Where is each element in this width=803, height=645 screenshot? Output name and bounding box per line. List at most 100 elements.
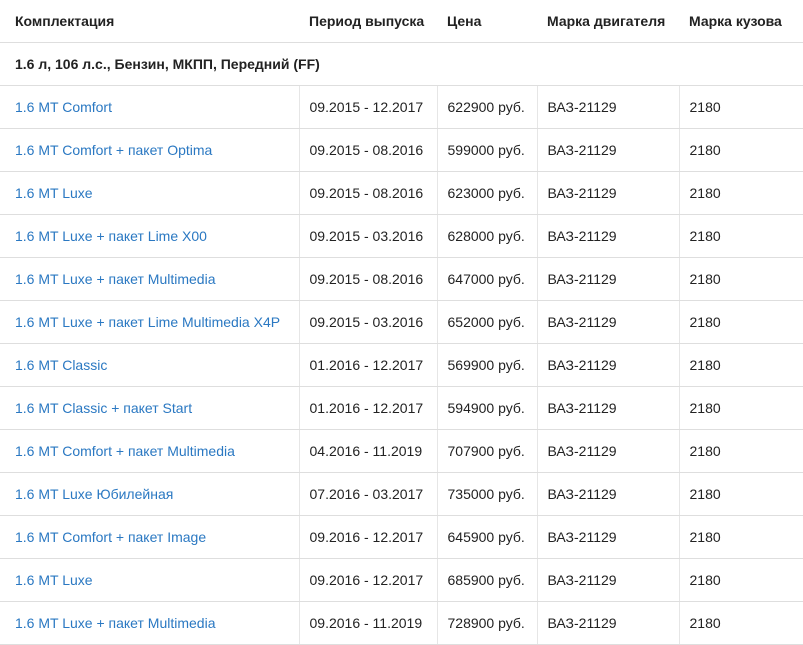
body-cell: 2180 bbox=[679, 300, 803, 344]
body-cell: 2180 bbox=[679, 386, 803, 430]
trim-link[interactable]: 1.6 MT Comfort + пакет Optima bbox=[15, 142, 212, 158]
header-trim: Комплектация bbox=[0, 0, 299, 43]
engine-cell: ВАЗ-21129 bbox=[537, 128, 680, 172]
price-cell: 628000 руб. bbox=[437, 214, 538, 258]
engine-cell: ВАЗ-21129 bbox=[537, 300, 680, 344]
price-cell: 622900 руб. bbox=[437, 85, 538, 129]
engine-cell: ВАЗ-21129 bbox=[537, 214, 680, 258]
period-cell: 09.2015 - 03.2016 bbox=[299, 214, 438, 258]
trim-link[interactable]: 1.6 MT Luxe + пакет Multimedia bbox=[15, 615, 215, 631]
engine-cell: ВАЗ-21129 bbox=[537, 386, 680, 430]
period-cell: 04.2016 - 11.2019 bbox=[299, 429, 438, 473]
trim-cell: 1.6 MT Luxe + пакет Lime X00 bbox=[0, 214, 300, 258]
trim-cell: 1.6 MT Classic bbox=[0, 343, 300, 387]
body-cell: 2180 bbox=[679, 515, 803, 559]
engine-cell: ВАЗ-21129 bbox=[537, 558, 680, 602]
trim-link[interactable]: 1.6 MT Luxe + пакет Lime X00 bbox=[15, 228, 207, 244]
price-cell: 623000 руб. bbox=[437, 171, 538, 215]
price-cell: 645900 руб. bbox=[437, 515, 538, 559]
table-row: 1.6 MT Comfort + пакет Image 09.2016 - 12… bbox=[0, 515, 803, 559]
engine-cell: ВАЗ-21129 bbox=[537, 601, 680, 645]
price-cell: 599000 руб. bbox=[437, 128, 538, 172]
engine-cell: ВАЗ-21129 bbox=[537, 429, 680, 473]
header-price: Цена bbox=[437, 0, 537, 43]
body-cell: 2180 bbox=[679, 472, 803, 516]
period-cell: 09.2015 - 12.2017 bbox=[299, 85, 438, 129]
engine-cell: ВАЗ-21129 bbox=[537, 343, 680, 387]
table-row: 1.6 MT Classic + пакет Start 01.2016 - 12… bbox=[0, 386, 803, 430]
trim-link[interactable]: 1.6 MT Luxe + пакет Lime Multimedia X4P bbox=[15, 314, 280, 330]
table-row: 1.6 MT Classic 01.2016 - 12.2017 569900 ру… bbox=[0, 343, 803, 387]
trim-link[interactable]: 1.6 MT Luxe Юбилейная bbox=[15, 486, 173, 502]
table-row: 1.6 MT Comfort + пакет Optima 09.2015 - 0… bbox=[0, 128, 803, 172]
header-period: Период выпуска bbox=[299, 0, 437, 43]
engine-cell: ВАЗ-21129 bbox=[537, 472, 680, 516]
body-cell: 2180 bbox=[679, 214, 803, 258]
table-row: 1.6 MT Comfort 09.2015 - 12.2017 622900 ру… bbox=[0, 85, 803, 129]
body-cell: 2180 bbox=[679, 429, 803, 473]
trims-table: Комплектация Период выпуска Цена Марка д… bbox=[0, 0, 803, 645]
trim-link[interactable]: 1.6 MT Luxe bbox=[15, 572, 93, 588]
table-row: 1.6 MT Luxe + пакет Multimedia 09.2015 - … bbox=[0, 257, 803, 301]
price-cell: 735000 руб. bbox=[437, 472, 538, 516]
header-body: Марка кузова bbox=[679, 0, 803, 43]
trim-cell: 1.6 MT Comfort bbox=[0, 85, 300, 129]
engine-cell: ВАЗ-21129 bbox=[537, 257, 680, 301]
price-cell: 594900 руб. bbox=[437, 386, 538, 430]
body-cell: 2180 bbox=[679, 343, 803, 387]
engine-cell: ВАЗ-21129 bbox=[537, 171, 680, 215]
period-cell: 09.2016 - 12.2017 bbox=[299, 515, 438, 559]
table-row: 1.6 MT Comfort + пакет Multimedia 04.2016… bbox=[0, 429, 803, 473]
price-cell: 569900 руб. bbox=[437, 343, 538, 387]
period-cell: 09.2016 - 11.2019 bbox=[299, 601, 438, 645]
trim-cell: 1.6 MT Luxe bbox=[0, 171, 300, 215]
header-engine: Марка двигателя bbox=[537, 0, 679, 43]
table-row: 1.6 MT Luxe + пакет Lime X00 09.2015 - 03… bbox=[0, 214, 803, 258]
body-cell: 2180 bbox=[679, 257, 803, 301]
trim-cell: 1.6 MT Luxe + пакет Lime Multimedia X4P bbox=[0, 300, 300, 344]
body-cell: 2180 bbox=[679, 601, 803, 645]
trim-link[interactable]: 1.6 MT Luxe + пакет Multimedia bbox=[15, 271, 215, 287]
price-cell: 647000 руб. bbox=[437, 257, 538, 301]
trim-cell: 1.6 MT Luxe + пакет Multimedia bbox=[0, 257, 300, 301]
trim-cell: 1.6 MT Comfort + пакет Optima bbox=[0, 128, 300, 172]
trim-link[interactable]: 1.6 MT Classic + пакет Start bbox=[15, 400, 192, 416]
group-title: 1.6 л, 106 л.с., Бензин, МКПП, Передний … bbox=[0, 42, 803, 86]
body-cell: 2180 bbox=[679, 128, 803, 172]
engine-cell: ВАЗ-21129 bbox=[537, 515, 680, 559]
trim-link[interactable]: 1.6 MT Comfort + пакет Multimedia bbox=[15, 443, 235, 459]
period-cell: 09.2015 - 08.2016 bbox=[299, 171, 438, 215]
price-cell: 728900 руб. bbox=[437, 601, 538, 645]
table-row: 1.6 MT Luxe + пакет Multimedia 09.2016 - … bbox=[0, 601, 803, 645]
trim-cell: 1.6 MT Luxe bbox=[0, 558, 300, 602]
table-row: 1.6 MT Luxe 09.2015 - 08.2016 623000 руб. В… bbox=[0, 171, 803, 215]
trim-cell: 1.6 MT Luxe Юбилейная bbox=[0, 472, 300, 516]
engine-cell: ВАЗ-21129 bbox=[537, 85, 680, 129]
table-row: 1.6 MT Luxe 09.2016 - 12.2017 685900 руб. В… bbox=[0, 558, 803, 602]
trim-cell: 1.6 MT Comfort + пакет Multimedia bbox=[0, 429, 300, 473]
body-cell: 2180 bbox=[679, 171, 803, 215]
table-row: 1.6 MT Luxe + пакет Lime Multimedia X4P 0… bbox=[0, 300, 803, 344]
period-cell: 01.2016 - 12.2017 bbox=[299, 343, 438, 387]
table-body: 1.6 л, 106 л.с., Бензин, МКПП, Передний … bbox=[0, 42, 803, 645]
trim-cell: 1.6 MT Classic + пакет Start bbox=[0, 386, 300, 430]
table-header-row: Комплектация Период выпуска Цена Марка д… bbox=[0, 0, 803, 43]
trim-cell: 1.6 MT Comfort + пакет Image bbox=[0, 515, 300, 559]
period-cell: 07.2016 - 03.2017 bbox=[299, 472, 438, 516]
group-row: 1.6 л, 106 л.с., Бензин, МКПП, Передний … bbox=[0, 42, 803, 86]
period-cell: 09.2015 - 08.2016 bbox=[299, 128, 438, 172]
period-cell: 09.2015 - 08.2016 bbox=[299, 257, 438, 301]
body-cell: 2180 bbox=[679, 85, 803, 129]
trim-link[interactable]: 1.6 MT Luxe bbox=[15, 185, 93, 201]
period-cell: 09.2015 - 03.2016 bbox=[299, 300, 438, 344]
table-row: 1.6 MT Luxe Юбилейная 07.2016 - 03.2017 73… bbox=[0, 472, 803, 516]
price-cell: 685900 руб. bbox=[437, 558, 538, 602]
body-cell: 2180 bbox=[679, 558, 803, 602]
trim-cell: 1.6 MT Luxe + пакет Multimedia bbox=[0, 601, 300, 645]
period-cell: 09.2016 - 12.2017 bbox=[299, 558, 438, 602]
price-cell: 707900 руб. bbox=[437, 429, 538, 473]
trim-link[interactable]: 1.6 MT Classic bbox=[15, 357, 107, 373]
period-cell: 01.2016 - 12.2017 bbox=[299, 386, 438, 430]
trim-link[interactable]: 1.6 MT Comfort + пакет Image bbox=[15, 529, 206, 545]
trim-link[interactable]: 1.6 MT Comfort bbox=[15, 99, 112, 115]
